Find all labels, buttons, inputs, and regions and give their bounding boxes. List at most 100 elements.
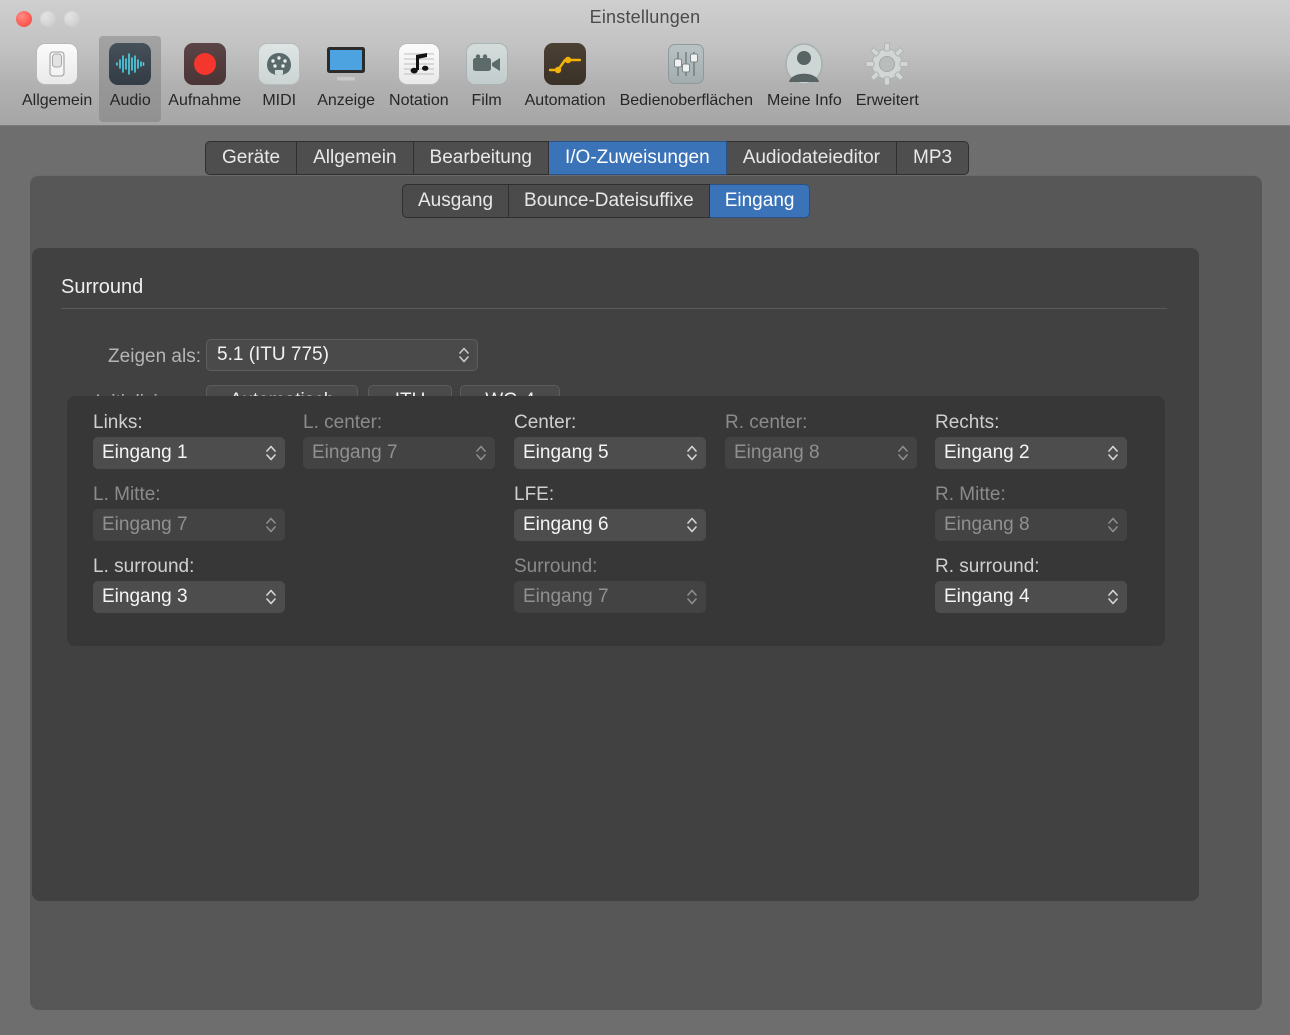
channel-value: Eingang 7: [93, 514, 257, 536]
channel-label: Links:: [93, 412, 285, 434]
channel-label: L. center:: [303, 412, 495, 434]
channel-popup-lfe[interactable]: Eingang 6: [514, 509, 706, 541]
channel-label: R. center:: [725, 412, 917, 434]
toolbar-item-label: Aufnahme: [168, 92, 241, 110]
preferences-toolbar: Allgemein: [15, 36, 926, 120]
display-icon: [322, 40, 370, 88]
toolbar-item-erweitert[interactable]: Erweitert: [849, 36, 926, 112]
surround-section-heading: Surround: [61, 276, 143, 299]
tab-allgemein[interactable]: Allgemein: [297, 141, 413, 175]
show-as-value: 5.1 (ITU 775): [207, 344, 451, 366]
channel-value: Eingang 8: [935, 514, 1099, 536]
toolbar-item-label: Notation: [389, 92, 449, 110]
channel-popup-links[interactable]: Eingang 1: [93, 437, 285, 469]
channel-cell-links: Links: Eingang 1: [93, 412, 285, 469]
chevron-up-down-icon: [257, 515, 285, 535]
record-icon: [181, 40, 229, 88]
toolbar-item-anzeige[interactable]: Anzeige: [310, 36, 382, 112]
chevron-up-down-icon: [678, 443, 706, 463]
channel-label: L. surround:: [93, 556, 285, 578]
channel-cell-surround: Surround: Eingang 7: [514, 556, 706, 613]
channel-cell-l-mitte: L. Mitte: Eingang 7: [93, 484, 285, 541]
toolbar-item-label: Automation: [525, 92, 606, 110]
io-assignment-panel: Surround Zeigen als: 5.1 (ITU 775) Initi…: [32, 248, 1199, 901]
chevron-up-down-icon: [889, 443, 917, 463]
channel-value: Eingang 5: [514, 442, 678, 464]
channel-popup-l-mitte[interactable]: Eingang 7: [93, 509, 285, 541]
switch-icon: [33, 40, 81, 88]
settings-content: Geräte Allgemein Bearbeitung I/O-Zuweisu…: [0, 126, 1290, 1035]
channel-cell-l-center: L. center: Eingang 7: [303, 412, 495, 469]
tab-bearbeitung[interactable]: Bearbeitung: [414, 141, 549, 175]
toolbar-item-notation[interactable]: Notation: [382, 36, 456, 112]
toolbar-item-aufnahme[interactable]: Aufnahme: [161, 36, 248, 112]
toolbar-item-label: Anzeige: [317, 92, 375, 110]
channel-popup-l-center[interactable]: Eingang 7: [303, 437, 495, 469]
user-avatar-icon: [780, 40, 828, 88]
toolbar-item-allgemein[interactable]: Allgemein: [15, 36, 99, 112]
toolbar-item-meine-info[interactable]: Meine Info: [760, 36, 849, 112]
channel-cell-rechts: Rechts: Eingang 2: [935, 412, 1127, 469]
channel-value: Eingang 8: [725, 442, 889, 464]
channel-label: Surround:: [514, 556, 706, 578]
channel-label: Center:: [514, 412, 706, 434]
channel-value: Eingang 3: [93, 586, 257, 608]
chevron-up-down-icon: [1099, 587, 1127, 607]
tab-io-zuweisungen[interactable]: I/O-Zuweisungen: [549, 141, 727, 175]
toolbar-item-label: Meine Info: [767, 92, 842, 110]
chevron-up-down-icon: [451, 345, 477, 365]
channel-value: Eingang 7: [514, 586, 678, 608]
toolbar-item-audio[interactable]: Audio: [99, 36, 161, 122]
midi-plug-icon: [255, 40, 303, 88]
channel-value: Eingang 1: [93, 442, 257, 464]
channel-value: Eingang 4: [935, 586, 1099, 608]
window-title: Einstellungen: [0, 7, 1290, 28]
tab-audiodateieditor[interactable]: Audiodateieditor: [727, 141, 897, 175]
channel-value: Eingang 6: [514, 514, 678, 536]
channel-value: Eingang 2: [935, 442, 1099, 464]
channel-label: Rechts:: [935, 412, 1127, 434]
chevron-up-down-icon: [257, 587, 285, 607]
toolbar-item-label: MIDI: [262, 92, 296, 110]
settings-window: Einstellungen Allgemein: [0, 0, 1290, 1035]
channel-popup-r-mitte[interactable]: Eingang 8: [935, 509, 1127, 541]
channel-popup-r-surround[interactable]: Eingang 4: [935, 581, 1127, 613]
gear-icon: [863, 40, 911, 88]
toolbar-item-bedienoberflaechen[interactable]: Bedienoberflächen: [613, 36, 760, 112]
toolbar-item-label: Film: [472, 92, 502, 110]
chevron-up-down-icon: [1099, 515, 1127, 535]
chevron-up-down-icon: [467, 443, 495, 463]
channel-cell-r-mitte: R. Mitte: Eingang 8: [935, 484, 1127, 541]
window-titlebar: Einstellungen Allgemein: [0, 0, 1290, 126]
channel-cell-r-surround: R. surround: Eingang 4: [935, 556, 1127, 613]
automation-curve-icon: [541, 40, 589, 88]
toolbar-item-label: Erweitert: [856, 92, 919, 110]
channel-value: Eingang 7: [303, 442, 467, 464]
channel-cell-l-surround: L. surround: Eingang 3: [93, 556, 285, 613]
waveform-icon: [106, 40, 154, 88]
toolbar-item-midi[interactable]: MIDI: [248, 36, 310, 112]
show-as-popup[interactable]: 5.1 (ITU 775): [206, 339, 478, 371]
chevron-up-down-icon: [678, 515, 706, 535]
tab-ausgang[interactable]: Ausgang: [402, 184, 509, 218]
toolbar-item-film[interactable]: Film: [456, 36, 518, 112]
music-note-icon: [395, 40, 443, 88]
channel-popup-surround[interactable]: Eingang 7: [514, 581, 706, 613]
channel-popup-r-center[interactable]: Eingang 8: [725, 437, 917, 469]
toolbar-item-label: Audio: [110, 92, 151, 110]
chevron-up-down-icon: [678, 587, 706, 607]
channel-popup-center[interactable]: Eingang 5: [514, 437, 706, 469]
faders-icon: [662, 40, 710, 88]
surround-channel-grid: Links: Eingang 1 L. Mitte: Eingang 7: [67, 396, 1165, 646]
channel-popup-rechts[interactable]: Eingang 2: [935, 437, 1127, 469]
channel-popup-l-surround[interactable]: Eingang 3: [93, 581, 285, 613]
channel-label: LFE:: [514, 484, 706, 506]
toolbar-item-label: Bedienoberflächen: [620, 92, 753, 110]
channel-cell-r-center: R. center: Eingang 8: [725, 412, 917, 469]
tab-eingang[interactable]: Eingang: [710, 184, 811, 218]
tab-geraete[interactable]: Geräte: [205, 141, 297, 175]
tab-mp3[interactable]: MP3: [897, 141, 969, 175]
channel-label: R. surround:: [935, 556, 1127, 578]
toolbar-item-automation[interactable]: Automation: [518, 36, 613, 112]
tab-bounce-dateisuffixe[interactable]: Bounce-Dateisuffixe: [509, 184, 710, 218]
